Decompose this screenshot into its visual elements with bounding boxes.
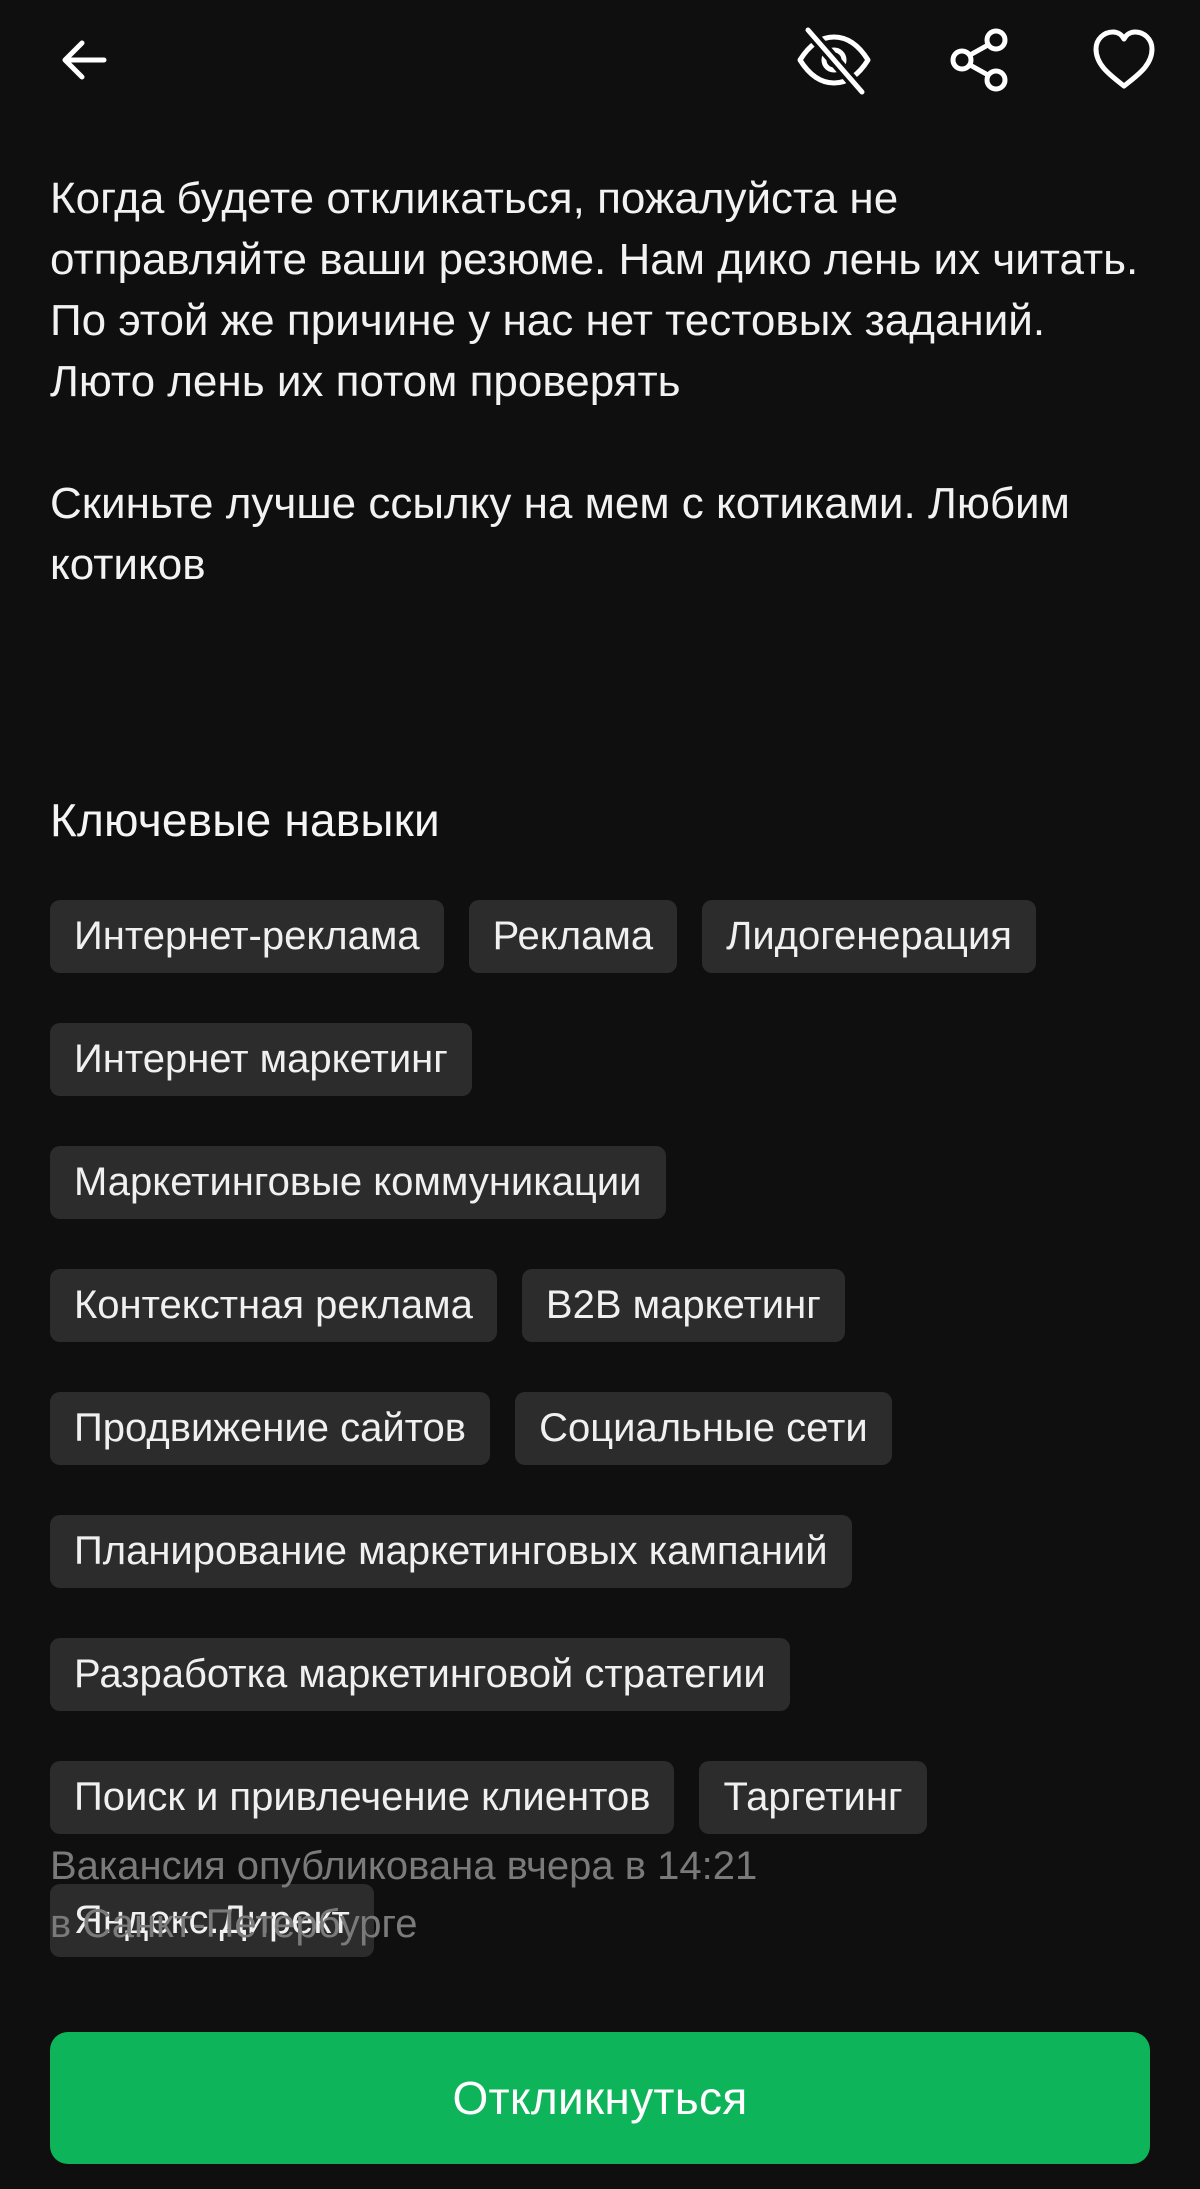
description-paragraph: Когда будете откликаться, пожалуйста не …: [50, 174, 1139, 406]
skill-chip: Интернет-реклама: [50, 900, 444, 973]
publication-info: Вакансия опубликована вчера в 14:21 в Са…: [50, 1837, 757, 1953]
share-icon: [950, 28, 1008, 92]
skill-chip: Контекстная реклама: [50, 1269, 497, 1342]
skill-chip: Маркетинговые коммуникации: [50, 1146, 666, 1219]
skill-chip: Разработка маркетинговой стратегии: [50, 1638, 790, 1711]
hide-vacancy-button[interactable]: [792, 18, 876, 102]
back-button[interactable]: [42, 18, 126, 102]
respond-button[interactable]: Откликнуться: [50, 2032, 1150, 2164]
skill-chip: Планирование маркетинговых кампаний: [50, 1515, 852, 1588]
share-button[interactable]: [938, 18, 1022, 102]
skills-title: Ключевые навыки: [50, 794, 440, 846]
top-bar: [0, 0, 1200, 120]
skill-chip: B2B маркетинг: [521, 1269, 845, 1342]
skill-chip: Таргетинг: [699, 1761, 927, 1834]
heart-icon: [1093, 29, 1155, 89]
description-paragraph: Скиньте лучше ссылку на мем с котиками. …: [50, 479, 1070, 589]
publication-city: в Санкт-Петербурге: [50, 1902, 418, 1946]
eye-off-icon: [797, 24, 871, 98]
publication-date: Вакансия опубликована вчера в 14:21: [50, 1844, 758, 1888]
skill-chip: Лидогенерация: [702, 900, 1036, 973]
skills-list: Интернет-реклама Реклама Лидогенерация И…: [50, 900, 1160, 1957]
skill-chip: Реклама: [468, 900, 678, 973]
skill-chip: Интернет маркетинг: [50, 1023, 472, 1096]
skill-chip: Социальные сети: [515, 1392, 892, 1465]
favorite-button[interactable]: [1082, 18, 1166, 102]
vacancy-description: Когда будете откликаться, пожалуйста не …: [50, 168, 1160, 595]
skill-chip: Поиск и привлечение клиентов: [50, 1761, 675, 1834]
skill-chip: Продвижение сайтов: [50, 1392, 491, 1465]
arrow-left-icon: [62, 40, 107, 80]
